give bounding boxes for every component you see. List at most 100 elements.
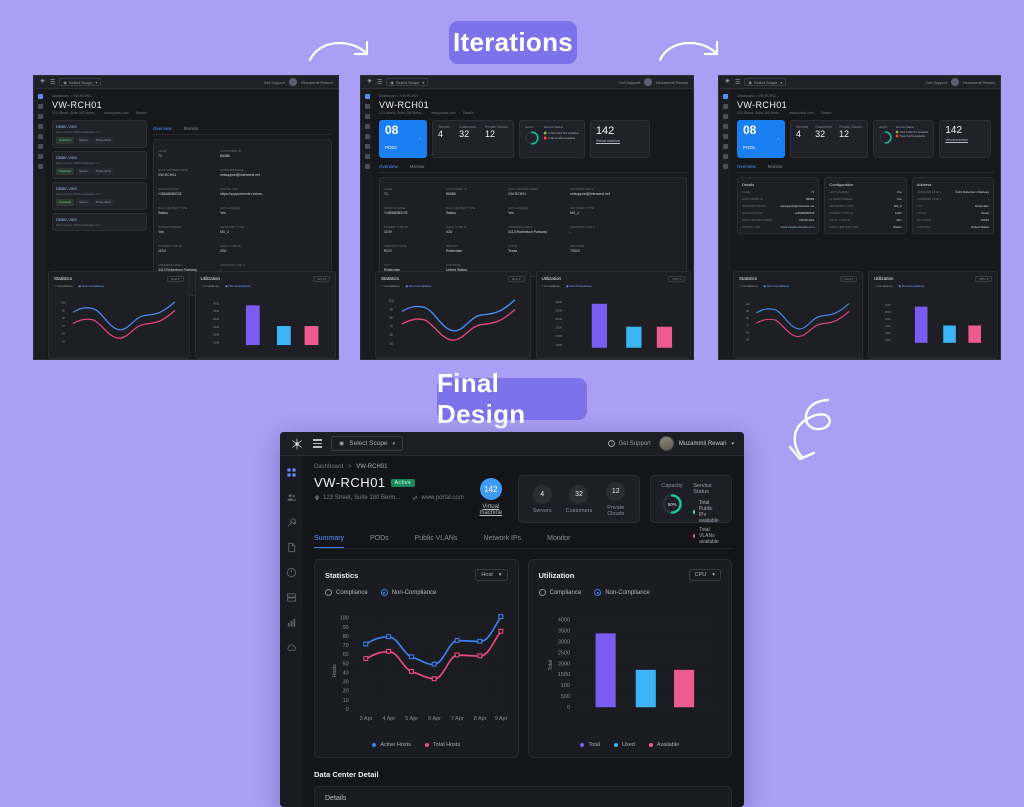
iteration-thumbnail-1[interactable]: ✳ ☰ ◉ Select Scope ▾ Get Support Muzammi… [33,75,339,360]
tab-monitor[interactable]: Monitor [547,535,570,548]
user-name[interactable]: Muzammil Rewari [301,80,333,85]
radio-non-compliance[interactable]: ◉ Non-Compliance [899,284,925,288]
vm-label[interactable]: Virtual machine [945,138,985,142]
sidebar-icon-customers[interactable] [722,104,728,109]
sidebar-icon-support[interactable] [722,134,728,139]
sidebar-icon-tools[interactable] [722,114,728,119]
tab-network-ips[interactable]: Network IPs [483,535,521,548]
radio-non-compliance[interactable]: ◉ Non-Compliance [764,284,790,288]
radio-non-compliance[interactable]: ◉ Non-Compliance [79,284,105,288]
sidebar-item-tools[interactable] [285,516,297,528]
radio-compliance[interactable]: ○ Compliance [874,284,893,288]
radio-non-compliance[interactable]: Non-Compliance [594,589,650,596]
get-support-button[interactable]: i Get Support [608,440,651,447]
cpu-select[interactable]: CPU ▾ [975,276,992,282]
tab-monitor[interactable]: Monitor [184,126,199,131]
sidebar-item-documents[interactable] [285,541,297,553]
host-select[interactable]: Host ▾ [507,276,525,282]
iteration3-tabs[interactable]: Overview Monitor [737,164,994,173]
hamburger-icon[interactable] [313,439,322,448]
utilization-radios[interactable]: Compliance Non-Compliance [538,589,722,596]
cpu-select[interactable]: CPU ▾ [668,276,685,282]
tab-summary[interactable]: Summary [314,535,344,548]
list-item[interactable]: DBBE-VW0 https://vwopx-2000vw2datalab.co… [52,120,147,148]
cpu-select[interactable]: CPU ▾ [688,569,721,581]
scope-selector[interactable]: ◉ Select Scope ▾ [386,78,429,86]
sidebar-item-reports[interactable] [285,616,297,628]
sidebar-icon-cloud[interactable] [364,164,370,169]
sidebar-icon-customers[interactable] [364,104,370,109]
tab-overview[interactable]: Overview [737,164,756,169]
sidebar-icon-documents[interactable] [37,124,43,129]
sidebar-icon-tools[interactable] [364,114,370,119]
host-select[interactable]: Host ▾ [840,276,857,282]
sidebar-icon-dashboard[interactable] [722,94,728,99]
list-item[interactable]: DBBE-VW0 https://vwopx-2000vw2datalab.co… [52,182,147,210]
sidebar-icon-reports[interactable] [37,154,43,159]
iteration1-list[interactable]: DBBE-VW0 https://vwopx-2000vw2datalab.co… [52,120,147,296]
tab-overview[interactable]: Overview [379,164,398,169]
sidebar-icon-documents[interactable] [364,124,370,129]
user-menu[interactable]: Muzammil Rewari ▾ [658,436,734,451]
radio-compliance[interactable]: ○ Compliance [201,284,220,288]
sidebar-icon-documents[interactable] [722,124,728,129]
pods-card[interactable]: 08 PODs › [379,120,427,158]
tab-public-vlans[interactable]: Public VLANs [415,535,458,548]
support-label[interactable]: Get Support [926,80,948,85]
pods-card[interactable]: 08 PODs › [737,120,785,158]
scope-selector[interactable]: ◉ Select Scope ▾ [59,78,102,86]
sidebar-icon-servers[interactable] [722,144,728,149]
radio-compliance[interactable]: Compliance [538,589,581,596]
sidebar-icon-cloud[interactable] [722,164,728,169]
hamburger-icon[interactable]: ☰ [50,79,55,86]
tab-monitor[interactable]: Monitor [410,164,425,169]
radio-compliance[interactable]: ○ Compliance [381,284,400,288]
radio-non-compliance[interactable]: ◉ Non-Compliance [406,284,432,288]
list-item[interactable]: DBBE-VW0 https://vwopx-2000vw2datalab.co… [52,213,147,231]
support-label[interactable]: Get Support [264,80,286,85]
breadcrumb-root[interactable]: Dashboard [314,464,343,470]
sidebar-icon-servers[interactable] [37,144,43,149]
sidebar-icon-reports[interactable] [722,154,728,159]
sidebar-icon-support[interactable] [37,134,43,139]
host-select[interactable]: Host ▾ [475,569,508,581]
list-item[interactable]: DBBE-VW0 https://vwopx-2000vw2datalab.co… [52,151,147,179]
radio-non-compliance[interactable]: ◉ Non-Compliance [566,284,592,288]
vm-label[interactable]: Virtual machine [596,139,644,143]
scope-selector[interactable]: ◉ Select Scope ▾ [331,436,404,451]
iteration-thumbnail-3[interactable]: ✳ ☰ ◉ Select Scope ▾ Get Support Muzammi… [718,75,1001,360]
radio-compliance[interactable]: ○ Compliance [739,284,758,288]
host-select[interactable]: Host ▾ [166,276,184,282]
final-sidebar[interactable] [280,456,302,807]
tab-monitor[interactable]: Monitor [768,164,783,169]
sidebar-item-cloud[interactable] [285,641,297,653]
sidebar-icon-dashboard[interactable] [364,94,370,99]
content-tabs[interactable]: Summary PODs Public VLANs Network IPs Mo… [314,535,732,549]
radio-non-compliance[interactable]: Non-Compliance [380,589,436,596]
support-label[interactable]: Get Support [619,80,641,85]
iteration1-tabs[interactable]: Overview Monitor [153,126,332,135]
hamburger-icon[interactable]: ☰ [735,79,740,86]
statistics-radios[interactable]: Compliance Non-Compliance [325,589,508,596]
radio-compliance[interactable]: Compliance [325,589,368,596]
sidebar-icon-tools[interactable] [37,114,43,119]
iteration2-sidebar[interactable] [361,89,373,359]
virtual-machine-widget[interactable]: 142 Virtual machine [474,475,508,516]
vm-label[interactable]: Virtual machine [474,504,508,516]
sidebar-item-support[interactable] [285,566,297,578]
iteration-thumbnail-2[interactable]: ✳ ☰ ◉ Select Scope ▾ Get Support Muzammi… [360,75,694,360]
user-name[interactable]: Muzammil Rewari [656,80,688,85]
cpu-select[interactable]: CPU ▾ [313,276,330,282]
radio-compliance[interactable]: ○ Compliance [54,284,73,288]
iteration3-sidebar[interactable] [719,89,731,359]
iteration2-tabs[interactable]: Overview Monitor [379,164,687,173]
sidebar-icon-cloud[interactable] [37,164,43,169]
sidebar-icon-customers[interactable] [37,104,43,109]
website-meta[interactable]: www.portal.com [412,495,464,501]
sidebar-icon-support[interactable] [364,134,370,139]
sidebar-icon-reports[interactable] [364,154,370,159]
sidebar-item-dashboard[interactable] [285,466,297,478]
sidebar-icon-dashboard[interactable] [37,94,43,99]
tab-overview[interactable]: Overview [153,126,172,131]
sidebar-item-servers[interactable] [285,591,297,603]
